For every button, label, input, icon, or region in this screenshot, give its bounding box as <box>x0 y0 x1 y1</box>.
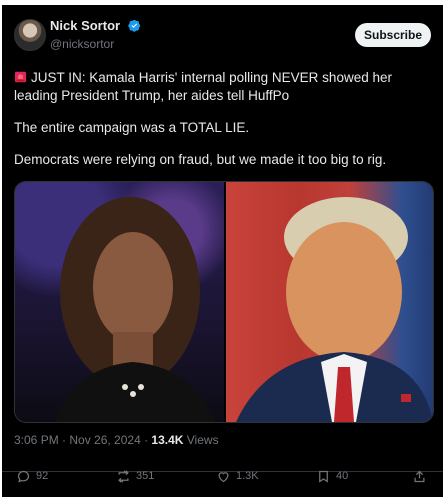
like-action[interactable]: 1.3K <box>216 466 259 486</box>
tweet-line-1-text: JUST IN: Kamala Harris' internal polling… <box>14 70 392 103</box>
subscribe-button[interactable]: Subscribe <box>355 23 431 47</box>
repost-icon <box>118 469 129 483</box>
siren-icon <box>14 71 27 83</box>
tweet-line-2: The entire campaign was a TOTAL LIE. <box>14 120 250 135</box>
avatar[interactable] <box>14 19 46 51</box>
reply-action[interactable]: 92 <box>16 466 48 486</box>
photo-donald-trump[interactable] <box>226 182 433 422</box>
tweet-header: Nick Sortor @nicksortor Subscribe <box>14 17 431 57</box>
tweet-text: JUST IN: Kamala Harris' internal polling… <box>14 69 432 183</box>
tweet-meta: 3:06 PM · Nov 26, 2024 · 13.4K Views <box>14 433 219 447</box>
heart-icon <box>218 471 229 482</box>
like-count: 1.3K <box>236 470 259 482</box>
verified-badge-icon <box>127 20 140 32</box>
bookmark-count: 40 <box>336 470 349 482</box>
share-icon <box>414 470 425 482</box>
bookmark-icon <box>319 470 328 483</box>
harris-silhouette <box>55 197 215 422</box>
reply-count: 92 <box>36 470 49 482</box>
author-block: Nick Sortor @nicksortor <box>50 17 141 51</box>
views-count: 13.4K <box>151 433 184 447</box>
tweet-media[interactable] <box>14 181 434 423</box>
repost-action[interactable]: 351 <box>116 466 154 486</box>
action-bar: 92 351 1.3K 40 <box>2 469 443 492</box>
trump-silhouette <box>236 197 433 422</box>
timestamp[interactable]: 3:06 PM · Nov 26, 2024 · <box>14 433 151 447</box>
author-display-name[interactable]: Nick Sortor <box>50 18 120 33</box>
reply-icon <box>17 470 30 483</box>
author-handle[interactable]: @nicksortor <box>50 37 141 51</box>
repost-count: 351 <box>136 470 155 482</box>
photo-kamala-harris[interactable] <box>15 182 224 422</box>
share-action[interactable] <box>412 466 427 486</box>
views-label: Views <box>183 433 219 447</box>
tweet-card: Nick Sortor @nicksortor Subscribe JUST I… <box>2 5 443 497</box>
bookmark-action[interactable]: 40 <box>316 466 348 486</box>
tweet-line-3: Democrats were relying on fraud, but we … <box>14 152 387 167</box>
tweet-line-1: JUST IN: Kamala Harris' internal polling… <box>14 69 432 105</box>
